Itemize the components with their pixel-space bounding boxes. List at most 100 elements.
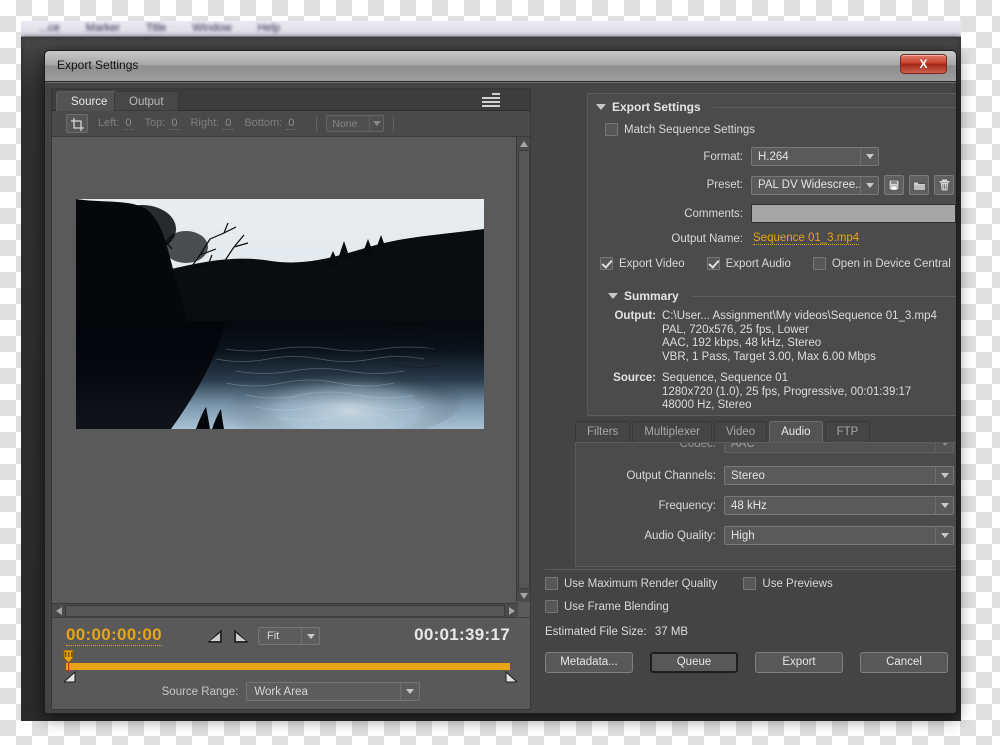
preset-select[interactable]: PAL DV Widescree... — [751, 176, 879, 195]
crop-top-value[interactable]: 0 — [169, 117, 179, 130]
delete-preset-icon[interactable] — [934, 175, 954, 195]
preview-vertical-scrollbar[interactable] — [516, 137, 530, 602]
metadata-button[interactable]: Metadata... — [545, 652, 633, 673]
set-out-point-icon[interactable] — [234, 629, 248, 643]
frequency-value: 48 kHz — [731, 500, 767, 512]
tab-multiplexer[interactable]: Multiplexer — [632, 421, 712, 442]
preview-horizontal-scrollbar[interactable] — [52, 603, 518, 617]
scroll-down-icon[interactable] — [518, 589, 530, 602]
crop-top-field[interactable]: Top: 0 — [145, 117, 180, 130]
match-sequence-label: Match Sequence Settings — [624, 124, 755, 136]
scroll-up-icon[interactable] — [518, 137, 530, 150]
tab-video[interactable]: Video — [714, 421, 767, 442]
menu-item[interactable]: Marker — [86, 22, 120, 34]
max-render-quality-row[interactable]: Use Maximum Render Quality — [545, 577, 717, 590]
disclosure-triangle-icon[interactable] — [596, 104, 606, 110]
work-area-in-handle[interactable] — [64, 670, 76, 682]
tab-source[interactable]: Source — [56, 91, 122, 111]
summary-line: VBR, 1 Pass, Target 3.00, Max 6.00 Mbps — [662, 351, 937, 365]
format-label: Format: — [588, 151, 743, 163]
match-sequence-checkbox[interactable] — [605, 123, 618, 136]
summary-disclosure-triangle-icon[interactable] — [608, 293, 618, 299]
preview-tab-bar: Source Output — [52, 89, 530, 111]
summary-line: Sequence, Sequence 01 — [662, 372, 911, 386]
match-sequence-row[interactable]: Match Sequence Settings — [605, 123, 957, 136]
device-central-row[interactable]: Open in Device Central — [813, 257, 951, 270]
frequency-select[interactable]: 48 kHz — [724, 496, 954, 515]
crop-bottom-value[interactable]: 0 — [286, 117, 296, 130]
export-audio-checkbox[interactable] — [707, 257, 720, 270]
panel-menu-icon[interactable] — [482, 93, 500, 107]
tab-filters[interactable]: Filters — [575, 421, 630, 442]
cancel-button[interactable]: Cancel — [860, 652, 948, 673]
format-select[interactable]: H.264 — [751, 147, 879, 166]
crop-bottom-field[interactable]: Bottom: 0 — [244, 117, 296, 130]
codec-row: Codec: AAC — [576, 442, 957, 453]
scroll-right-icon[interactable] — [505, 605, 518, 617]
chevron-down-icon — [369, 116, 383, 131]
crop-left-value[interactable]: 0 — [123, 117, 133, 130]
playhead-marker[interactable] — [62, 650, 75, 672]
frame-blending-row[interactable]: Use Frame Blending — [545, 600, 957, 613]
export-settings-dialog: Export Settings X Source Output — [44, 50, 957, 714]
menu-item[interactable]: Title — [146, 22, 166, 34]
menu-item[interactable]: ...ce — [39, 22, 60, 34]
tab-output[interactable]: Output — [114, 91, 179, 111]
dialog-title-bar[interactable]: Export Settings X — [45, 51, 956, 82]
summary-source-label: Source: — [608, 372, 656, 413]
work-area-bar[interactable] — [66, 663, 510, 670]
frame-blending-checkbox[interactable] — [545, 600, 558, 613]
zoom-level-select[interactable]: Fit — [258, 627, 320, 645]
save-preset-icon[interactable] — [884, 175, 904, 195]
set-in-point-icon[interactable] — [208, 629, 222, 643]
summary-output-label: Output: — [608, 310, 656, 364]
format-value: H.264 — [758, 151, 789, 163]
export-button[interactable]: Export — [755, 652, 843, 673]
export-audio-row[interactable]: Export Audio — [707, 257, 791, 270]
export-video-row[interactable]: Export Video — [600, 257, 685, 270]
max-render-quality-checkbox[interactable] — [545, 577, 558, 590]
device-central-checkbox[interactable] — [813, 257, 826, 270]
crop-left-field[interactable]: Left: 0 — [98, 117, 134, 130]
queue-button[interactable]: Queue — [650, 652, 738, 673]
chevron-down-icon — [400, 683, 419, 700]
preset-label: Preset: — [588, 179, 743, 191]
crop-aspect-select[interactable]: None — [326, 115, 384, 132]
toolbar-divider-2 — [393, 117, 394, 131]
scrollbar-track[interactable] — [518, 150, 530, 589]
output-name-link[interactable]: Sequence 01_3.mp4 — [753, 232, 859, 245]
output-channels-select[interactable]: Stereo — [724, 466, 954, 485]
work-area-out-handle[interactable] — [505, 670, 517, 682]
summary-line: PAL, 720x576, 25 fps, Lower — [662, 324, 937, 338]
close-button[interactable]: X — [900, 54, 947, 74]
comments-input[interactable] — [751, 204, 956, 223]
tab-ftp[interactable]: FTP — [825, 421, 871, 442]
tab-audio[interactable]: Audio — [769, 421, 822, 442]
menu-item[interactable]: Help — [258, 22, 281, 34]
current-timecode[interactable]: 00:00:00:00 — [66, 625, 162, 646]
host-menu-items: ...ce Marker Title Window Help — [39, 22, 280, 34]
export-settings-group: Export Settings Match Sequence Settings … — [587, 93, 957, 416]
scrub-bar-area[interactable] — [62, 650, 520, 678]
crop-right-value[interactable]: 0 — [223, 117, 233, 130]
use-previews-row[interactable]: Use Previews — [743, 577, 832, 590]
crop-right-field[interactable]: Right: 0 — [190, 117, 233, 130]
codec-select[interactable]: AAC — [724, 442, 954, 453]
audio-quality-select[interactable]: High — [724, 526, 954, 545]
audio-quality-value: High — [731, 530, 755, 542]
dialog-footer: Use Maximum Render Quality Use Previews … — [545, 577, 957, 673]
scroll-left-icon[interactable] — [52, 605, 65, 617]
max-render-quality-label: Use Maximum Render Quality — [564, 578, 717, 590]
chevron-down-icon — [935, 467, 953, 484]
import-preset-icon[interactable] — [909, 175, 929, 195]
dialog-title: Export Settings — [57, 58, 138, 72]
source-range-select[interactable]: Work Area — [246, 682, 420, 701]
summary-rule — [691, 296, 957, 297]
scrollbar-track-h[interactable] — [65, 605, 505, 617]
menu-item[interactable]: Window — [192, 22, 231, 34]
comments-label: Comments: — [588, 208, 743, 220]
crop-icon[interactable] — [66, 114, 88, 133]
use-previews-checkbox[interactable] — [743, 577, 756, 590]
action-button-row: Metadata... Queue Export Cancel — [545, 652, 957, 673]
export-video-checkbox[interactable] — [600, 257, 613, 270]
